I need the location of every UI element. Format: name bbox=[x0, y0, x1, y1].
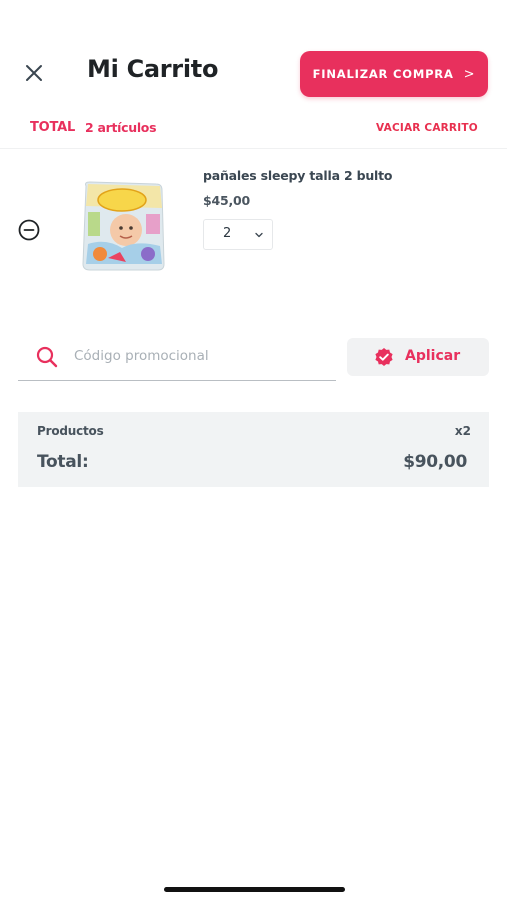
apply-promo-button[interactable]: Aplicar bbox=[347, 338, 489, 376]
close-icon bbox=[26, 65, 42, 81]
close-button[interactable] bbox=[22, 61, 46, 85]
products-label: Productos bbox=[37, 424, 104, 438]
quantity-select[interactable]: 2 bbox=[203, 219, 273, 250]
promo-code-field bbox=[18, 337, 336, 381]
items-count: 2 artículos bbox=[85, 120, 157, 135]
divider bbox=[0, 148, 507, 149]
home-indicator bbox=[164, 887, 345, 892]
product-price: $45,00 bbox=[203, 193, 251, 208]
grand-total-value: $90,00 bbox=[403, 452, 467, 472]
chevron-right-icon: > bbox=[463, 66, 476, 82]
page-title: Mi Carrito bbox=[87, 55, 219, 83]
chevron-down-icon bbox=[255, 232, 263, 238]
search-icon bbox=[36, 346, 58, 368]
promo-code-input[interactable] bbox=[74, 343, 324, 369]
verified-badge-icon bbox=[375, 348, 393, 366]
empty-cart-button[interactable]: VACIAR CARRITO bbox=[376, 122, 478, 134]
grand-total-label: Total: bbox=[37, 452, 89, 472]
quantity-value: 2 bbox=[223, 226, 232, 241]
diaper-package-image bbox=[82, 181, 165, 271]
checkout-button-label: FINALIZAR COMPRA bbox=[312, 67, 454, 81]
products-quantity: x2 bbox=[454, 424, 471, 438]
product-name: pañales sleepy talla 2 bulto bbox=[203, 168, 393, 183]
checkout-button[interactable]: FINALIZAR COMPRA > bbox=[300, 51, 488, 97]
minus-circle-icon[interactable] bbox=[18, 219, 40, 241]
apply-button-label: Aplicar bbox=[405, 348, 461, 364]
order-summary-panel: Productos x2 Total: $90,00 bbox=[18, 412, 489, 487]
total-label: TOTAL bbox=[30, 120, 76, 135]
